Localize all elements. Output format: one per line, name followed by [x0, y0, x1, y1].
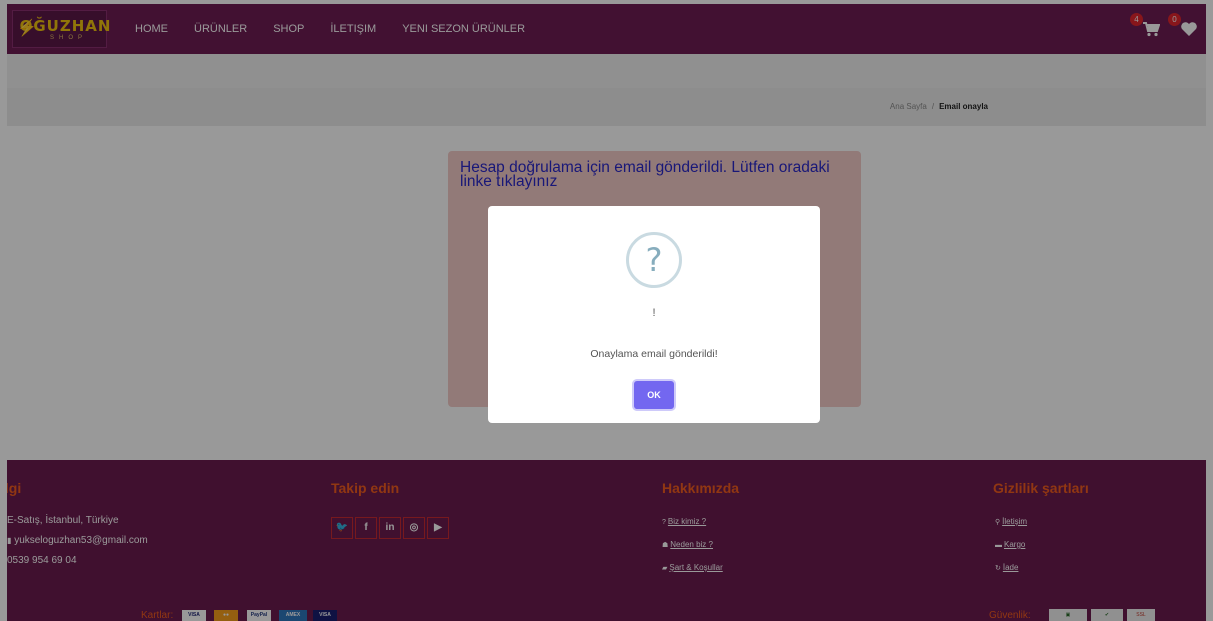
- modal-backdrop[interactable]: ? ! Onaylama email gönderildi! OK: [0, 0, 1213, 621]
- ok-button[interactable]: OK: [634, 381, 674, 409]
- question-icon: ?: [626, 232, 682, 288]
- confirmation-dialog: ? ! Onaylama email gönderildi! OK: [488, 206, 820, 423]
- dialog-title: !: [652, 307, 656, 319]
- dialog-message: Onaylama email gönderildi!: [590, 348, 718, 360]
